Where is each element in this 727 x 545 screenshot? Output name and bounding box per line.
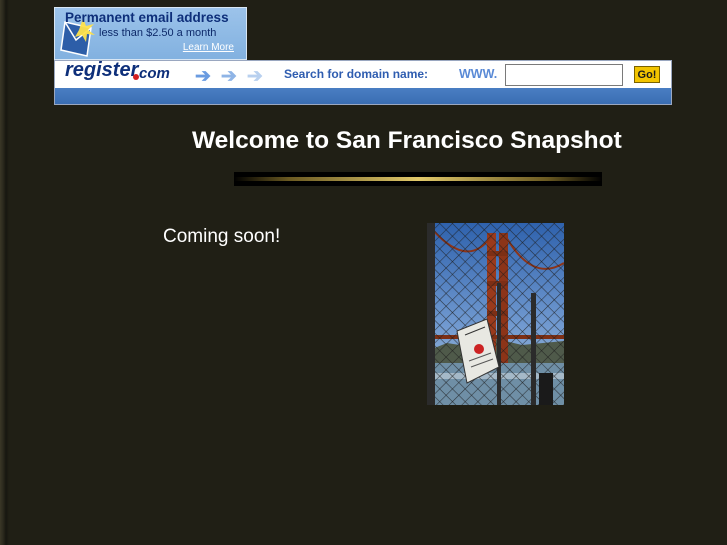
ad-title: Permanent email address <box>65 10 229 25</box>
page-title: Welcome to San Francisco Snapshot <box>192 127 622 154</box>
arrow-right-icon: ➔ <box>220 66 237 87</box>
arrows-decoration: ➔ ➔ ➔ <box>195 65 273 88</box>
domain-search-bar: register com ➔ ➔ ➔ Search for domain name:… <box>54 60 672 105</box>
ad-bar-bottom-stripe <box>55 88 671 104</box>
email-ad-banner[interactable]: Permanent email address less than $2.50 … <box>54 7 247 60</box>
logo-register-text: register <box>65 61 139 81</box>
left-border-frame <box>0 0 9 545</box>
www-prefix-label: WWW. <box>459 67 498 81</box>
logo-com-text: com <box>139 65 170 82</box>
search-domain-label: Search for domain name: <box>284 67 429 81</box>
domain-search-input[interactable] <box>505 64 623 86</box>
golden-gate-photo <box>427 223 564 405</box>
gold-divider <box>234 172 602 186</box>
coming-soon-text: Coming soon! <box>163 226 281 247</box>
golden-gate-photo-image <box>427 223 564 405</box>
learn-more-link[interactable]: Learn More <box>183 42 234 53</box>
ad-price: less than $2.50 a month <box>99 27 217 39</box>
go-button[interactable]: Go! <box>634 66 660 83</box>
arrow-right-icon: ➔ <box>195 66 211 87</box>
page: Permanent email address less than $2.50 … <box>0 0 727 545</box>
arrow-right-icon: ➔ <box>246 66 263 87</box>
